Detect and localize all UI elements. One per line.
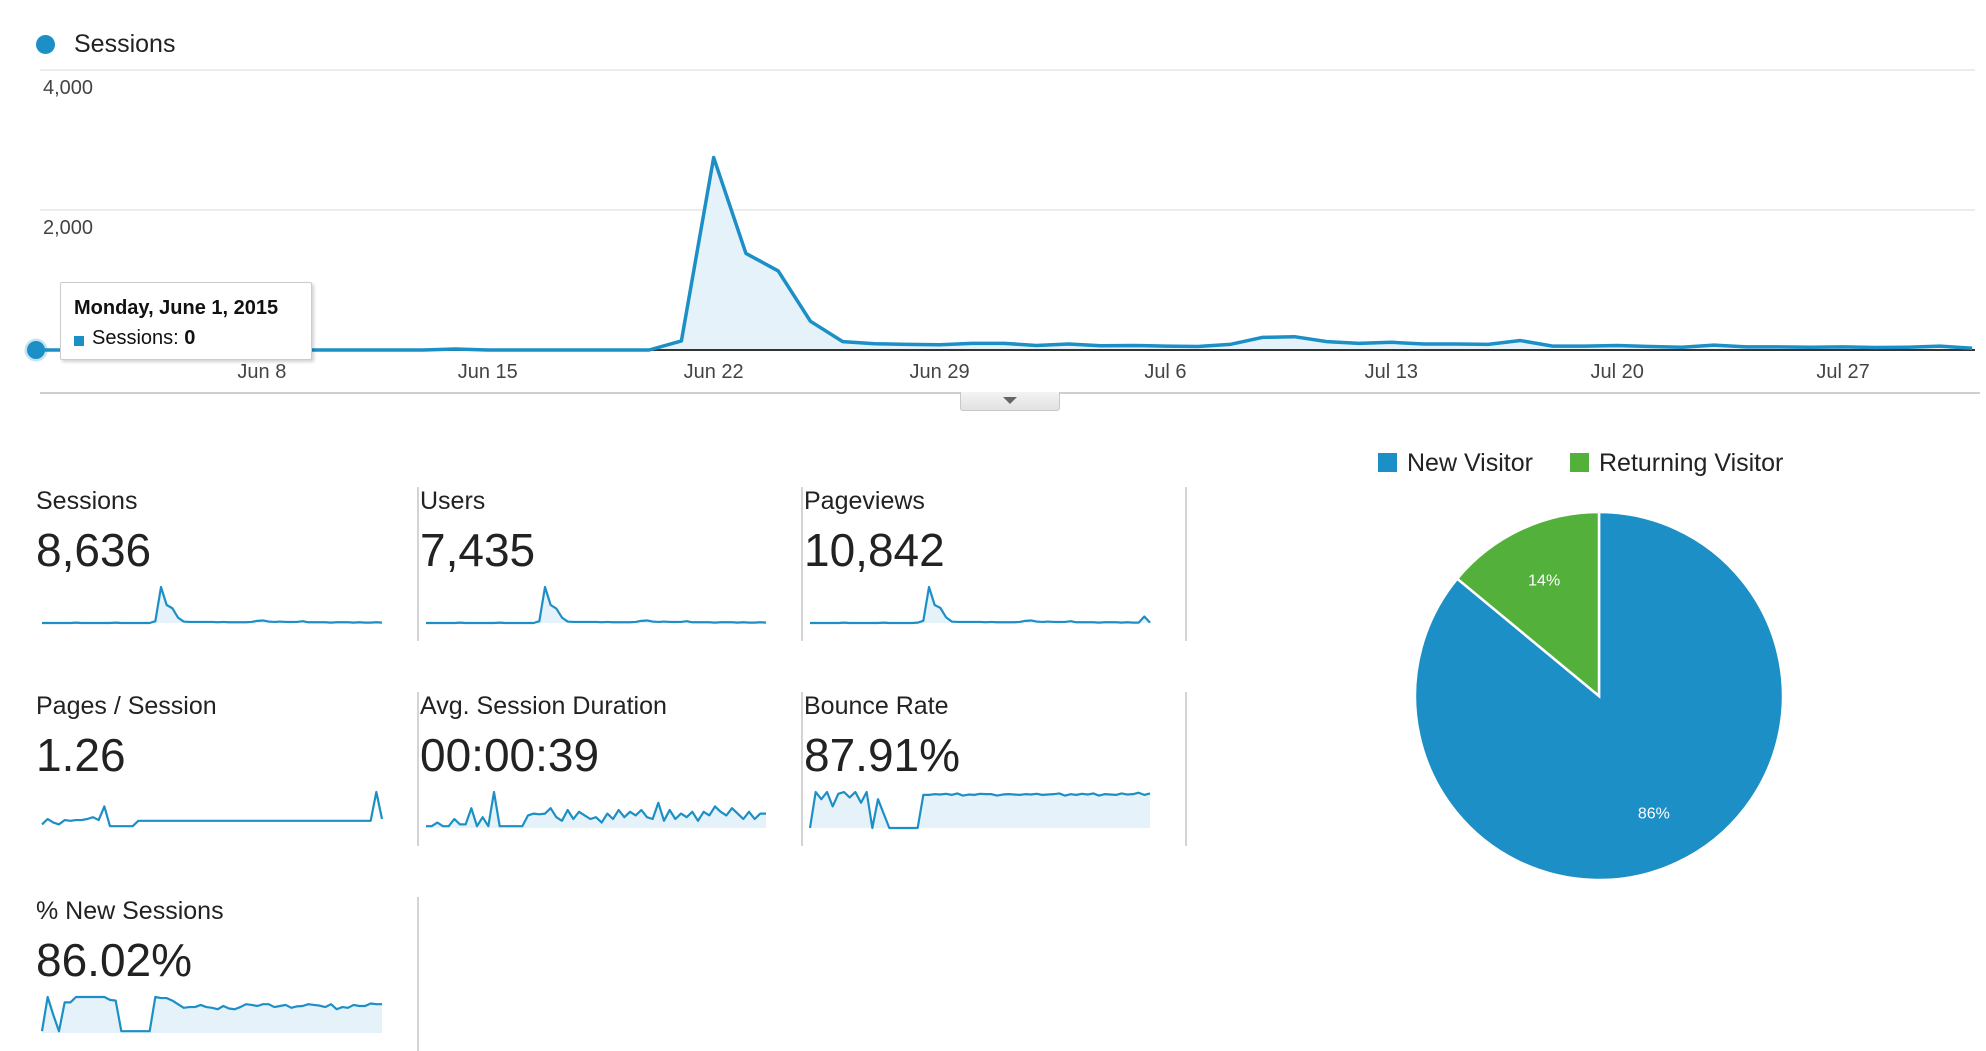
sessions-area bbox=[36, 157, 1973, 350]
sparkline-area bbox=[426, 587, 766, 623]
pie-legend-label: Returning Visitor bbox=[1599, 449, 1784, 477]
new-visitor-swatch-icon bbox=[1378, 453, 1397, 472]
scorecard-sparkline bbox=[41, 790, 384, 828]
scorecard-avg-session-duration[interactable]: Avg. Session Duration 00:00:39 bbox=[420, 692, 803, 846]
pie-slice-label: 14% bbox=[1528, 572, 1560, 589]
scorecard-value: 87.91% bbox=[804, 729, 961, 781]
scorecard-value: 86.02% bbox=[36, 934, 193, 986]
scorecard-divider bbox=[417, 487, 419, 641]
scorecard-sparkline bbox=[810, 585, 1151, 625]
sparkline-area bbox=[810, 587, 1150, 623]
x-tick-label: Jun 15 bbox=[457, 361, 518, 383]
scorecard-bounce-rate[interactable]: Bounce Rate 87.91% bbox=[804, 692, 1187, 846]
scorecard-pages-session[interactable]: Pages / Session 1.26 bbox=[36, 692, 419, 846]
scorecard-value: 7,435 bbox=[420, 524, 536, 576]
sparkline-line bbox=[42, 585, 383, 625]
scorecard--new-sessions[interactable]: % New Sessions 86.02% bbox=[36, 897, 419, 1051]
scorecard-divider bbox=[417, 897, 419, 1051]
scorecard-label: Pageviews bbox=[804, 487, 925, 515]
sessions-line bbox=[36, 155, 1973, 352]
sparkline-line bbox=[810, 585, 1151, 625]
pie-legend-returning-visitor[interactable]: Returning Visitor bbox=[1570, 449, 1784, 477]
tooltip-series-label: Sessions: bbox=[92, 327, 179, 349]
x-tick-label: Jul 13 bbox=[1364, 361, 1419, 383]
scorecard-divider bbox=[1185, 487, 1187, 641]
visitor-type-pie-chart: 86% 14% bbox=[1413, 510, 1785, 882]
scorecard-sparkline bbox=[40, 995, 382, 1033]
sparkline-area bbox=[810, 792, 1150, 828]
scorecard-label: Bounce Rate bbox=[804, 692, 949, 720]
scorecard-label: Users bbox=[420, 487, 486, 515]
chart-tooltip: Monday, June 1, 2015 Sessions: 0 bbox=[60, 282, 312, 360]
sessions-over-time-chart: Sessions 4,000 2,000 Jun 8 Jun 15 Jun 22 Ju… bbox=[0, 0, 1986, 420]
pie-legend-new-visitor[interactable]: New Visitor bbox=[1378, 449, 1533, 477]
scorecard-value: 00:00:39 bbox=[420, 729, 600, 781]
scorecard-value: 10,842 bbox=[804, 524, 945, 576]
sparkline-area bbox=[42, 587, 382, 623]
scorecard-sessions[interactable]: Sessions 8,636 bbox=[36, 487, 419, 641]
collapse-chart-button[interactable] bbox=[960, 392, 1060, 411]
x-tick-label: Jun 29 bbox=[909, 361, 970, 383]
scorecard-sparkline bbox=[426, 585, 767, 625]
scorecard-divider bbox=[801, 692, 803, 846]
x-tick-label: Jul 6 bbox=[1144, 361, 1187, 383]
scorecard-value: 1.26 bbox=[36, 729, 126, 781]
scorecard-label: % New Sessions bbox=[36, 897, 224, 925]
x-tick-label: Jul 27 bbox=[1816, 361, 1870, 383]
tooltip-series-value: 0 bbox=[184, 327, 196, 349]
scorecard-sparkline bbox=[426, 790, 766, 828]
scorecard-label: Sessions bbox=[36, 487, 138, 515]
x-tick-label: Jun 8 bbox=[237, 361, 287, 383]
scorecard-divider bbox=[417, 692, 419, 846]
tooltip-series-row: Sessions: 0 bbox=[92, 327, 195, 350]
x-tick-label: Jun 22 bbox=[683, 361, 744, 383]
sparkline-area bbox=[42, 997, 382, 1033]
scorecard-sparkline bbox=[42, 585, 383, 625]
scorecard-pageviews[interactable]: Pageviews 10,842 bbox=[804, 487, 1187, 641]
scorecard-users[interactable]: Users 7,435 bbox=[420, 487, 803, 641]
pie-slice-label: 86% bbox=[1638, 806, 1670, 823]
sparkline-line bbox=[426, 585, 767, 625]
pie-legend-label: New Visitor bbox=[1407, 449, 1533, 477]
scorecard-value: 8,636 bbox=[36, 524, 152, 576]
data-point bbox=[24, 338, 48, 362]
tooltip-date: Monday, June 1, 2015 bbox=[74, 297, 279, 319]
scorecard-divider bbox=[801, 487, 803, 641]
x-tick-label: Jul 20 bbox=[1590, 361, 1644, 383]
sparkline-line bbox=[41, 790, 384, 828]
tooltip-series-swatch-icon bbox=[74, 336, 84, 346]
scorecard-divider bbox=[1185, 692, 1187, 846]
returning-visitor-swatch-icon bbox=[1570, 453, 1589, 472]
scorecard-label: Avg. Session Duration bbox=[420, 692, 667, 720]
scorecard-label: Pages / Session bbox=[36, 692, 217, 720]
scorecard-sparkline bbox=[808, 790, 1151, 830]
caret-down-icon bbox=[1003, 397, 1017, 404]
